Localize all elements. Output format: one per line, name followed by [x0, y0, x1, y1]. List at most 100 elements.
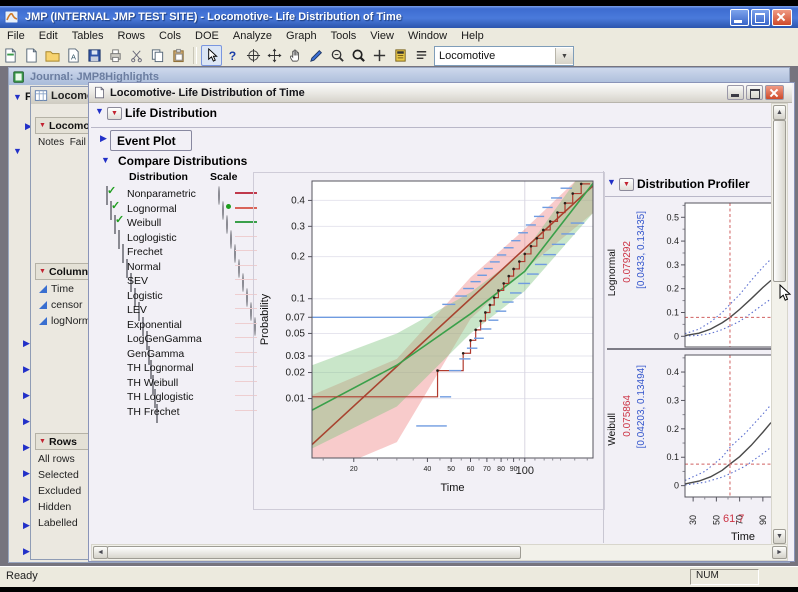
- red-triangle-icon[interactable]: ▼: [39, 268, 46, 275]
- journal-outline-node[interactable]: ▶: [23, 391, 30, 400]
- compare-distributions-disclosure-icon[interactable]: ▼: [101, 156, 110, 165]
- report-title-bar[interactable]: Locomotive- Life Distribution of Time: [89, 83, 792, 103]
- svg-text:0.3: 0.3: [666, 260, 679, 270]
- journal-outline-node[interactable]: ▶: [23, 443, 30, 452]
- open-button[interactable]: [42, 45, 63, 66]
- red-triangle-icon[interactable]: ▼: [39, 438, 46, 445]
- journal-outline-node[interactable]: ▶: [23, 365, 30, 374]
- close-button[interactable]: [772, 9, 792, 26]
- scale-radio-logistic[interactable]: [246, 287, 248, 307]
- maximize-button[interactable]: [751, 9, 770, 26]
- combobox-dropdown-button[interactable]: ▼: [555, 48, 573, 64]
- report-horizontal-scrollbar[interactable]: ◄ ►: [91, 544, 788, 561]
- scroll-down-button[interactable]: ▼: [773, 529, 786, 544]
- cut-button[interactable]: [126, 45, 147, 66]
- menu-tools[interactable]: Tools: [324, 29, 364, 43]
- grabber-tool-button[interactable]: [285, 45, 306, 66]
- move-tool-button[interactable]: [264, 45, 285, 66]
- menu-help[interactable]: Help: [454, 29, 491, 43]
- rows-panel-item[interactable]: Selected: [38, 469, 79, 481]
- distribution-checkbox-lognormal[interactable]: [110, 200, 112, 220]
- distribution-checkbox-frechet[interactable]: [122, 244, 124, 263]
- menu-window[interactable]: Window: [401, 29, 454, 43]
- distribution-profiler-red-triangle-button[interactable]: ▼: [619, 178, 634, 191]
- arrow-tool-button[interactable]: [201, 44, 222, 66]
- journal-outline-node[interactable]: ▶: [23, 547, 30, 556]
- distribution-profiler-disclosure-icon[interactable]: ▼: [607, 178, 616, 187]
- scroll-right-button[interactable]: ►: [772, 546, 787, 559]
- new-journal-button[interactable]: [0, 45, 21, 66]
- num-lock-indicator: NUM: [690, 569, 759, 585]
- event-plot-disclosure-icon[interactable]: ▶: [100, 134, 107, 143]
- zoom-tool-button[interactable]: [348, 45, 369, 66]
- rows-panel-item[interactable]: Labelled: [38, 517, 78, 529]
- plus-tool-button[interactable]: [369, 45, 390, 66]
- menu-doe[interactable]: DOE: [188, 29, 226, 43]
- save-button[interactable]: [84, 45, 105, 66]
- table-selector-combobox[interactable]: Locomotive ▼: [434, 46, 574, 66]
- menu-analyze[interactable]: Analyze: [226, 29, 279, 43]
- journal-outline-node[interactable]: ▼: [13, 147, 22, 156]
- menu-view[interactable]: View: [363, 29, 401, 43]
- formula-tool-button[interactable]: [390, 45, 411, 66]
- journal-outline-node[interactable]: ▶: [23, 521, 30, 530]
- journal-outline-node[interactable]: ▶: [23, 495, 30, 504]
- menu-graph[interactable]: Graph: [279, 29, 324, 43]
- journal-outline-node[interactable]: ▶: [23, 339, 30, 348]
- open-script-button[interactable]: A: [63, 45, 84, 66]
- event-plot-box[interactable]: Event Plot: [110, 130, 192, 151]
- menu-rows[interactable]: Rows: [111, 29, 153, 43]
- column-item[interactable]: censor: [39, 299, 83, 311]
- probability-plot[interactable]: 0.01 0.02 0.03 0.05 0.07 0.1 0.2 0.3 0.4 20 40 50 60…: [254, 173, 600, 508]
- profiler-lognormal-plot[interactable]: 0 0.1 0.2 0.3 0.4 0.5: [649, 197, 772, 354]
- scale-radio-loglogistic[interactable]: [230, 229, 232, 249]
- menu-edit[interactable]: Edit: [32, 29, 65, 43]
- scroll-left-button[interactable]: ◄: [93, 546, 108, 559]
- distribution-checkbox-loglogistic[interactable]: [118, 229, 120, 249]
- menu-tables[interactable]: Tables: [65, 29, 111, 43]
- annotate-tool-button[interactable]: [411, 45, 432, 66]
- life-distribution-disclosure-icon[interactable]: ▼: [95, 107, 104, 116]
- distribution-checkbox-weibull[interactable]: [114, 215, 116, 234]
- print-button[interactable]: [105, 45, 126, 66]
- scale-radio-frechet[interactable]: [234, 244, 236, 263]
- scale-radio-normal[interactable]: [238, 258, 240, 278]
- report-vertical-scrollbar[interactable]: ▲ ▼: [771, 103, 788, 546]
- menu-cols[interactable]: Cols: [152, 29, 188, 43]
- scale-radio-lognormal[interactable]: [222, 200, 224, 220]
- svg-text:0.2: 0.2: [666, 284, 679, 294]
- paste-button[interactable]: [168, 45, 189, 66]
- rows-panel-item[interactable]: All rows: [38, 453, 75, 465]
- menu-file[interactable]: File: [0, 29, 32, 43]
- minimize-button[interactable]: [730, 9, 749, 26]
- svg-text:0.4: 0.4: [666, 367, 679, 377]
- journal-outline-node[interactable]: ▼: [13, 93, 22, 102]
- journal-outline-node[interactable]: ▶: [23, 417, 30, 426]
- profiler-weibull-plot[interactable]: 0 0.1 0.2 0.3 0.4 30 50 70 90: [649, 351, 772, 534]
- horizontal-scroll-thumb[interactable]: [107, 546, 521, 559]
- life-distribution-red-triangle-button[interactable]: ▼: [107, 107, 122, 120]
- distribution-label: GenGamma: [127, 347, 185, 360]
- report-maximize-button[interactable]: [746, 85, 763, 100]
- column-item[interactable]: Time: [39, 283, 74, 295]
- rows-panel-item[interactable]: Hidden: [38, 501, 71, 513]
- new-data-table-button[interactable]: [21, 45, 42, 66]
- journal-outline-node[interactable]: ▶: [23, 469, 30, 478]
- brush-tool-button[interactable]: [306, 45, 327, 66]
- zoom-out-tool-button[interactable]: [327, 45, 348, 66]
- report-close-button[interactable]: [765, 85, 784, 100]
- report-minimize-button[interactable]: [727, 85, 744, 100]
- scale-radio-weibull[interactable]: [226, 215, 228, 234]
- scale-radio-sev[interactable]: [242, 273, 244, 292]
- scroll-up-button[interactable]: ▲: [773, 105, 786, 120]
- help-tool-button[interactable]: ?: [222, 45, 243, 66]
- vertical-scroll-thumb[interactable]: [773, 120, 786, 282]
- column-item[interactable]: logNorm: [39, 315, 91, 327]
- copy-button[interactable]: [147, 45, 168, 66]
- crosshair-tool-button[interactable]: [243, 45, 264, 66]
- scale-radio-lev[interactable]: [250, 302, 252, 321]
- rows-panel-item[interactable]: Excluded: [38, 485, 81, 497]
- red-triangle-icon[interactable]: ▼: [39, 122, 46, 129]
- scale-radio-nonparametric[interactable]: [218, 186, 220, 205]
- distribution-checkbox-nonparametric[interactable]: [106, 186, 108, 205]
